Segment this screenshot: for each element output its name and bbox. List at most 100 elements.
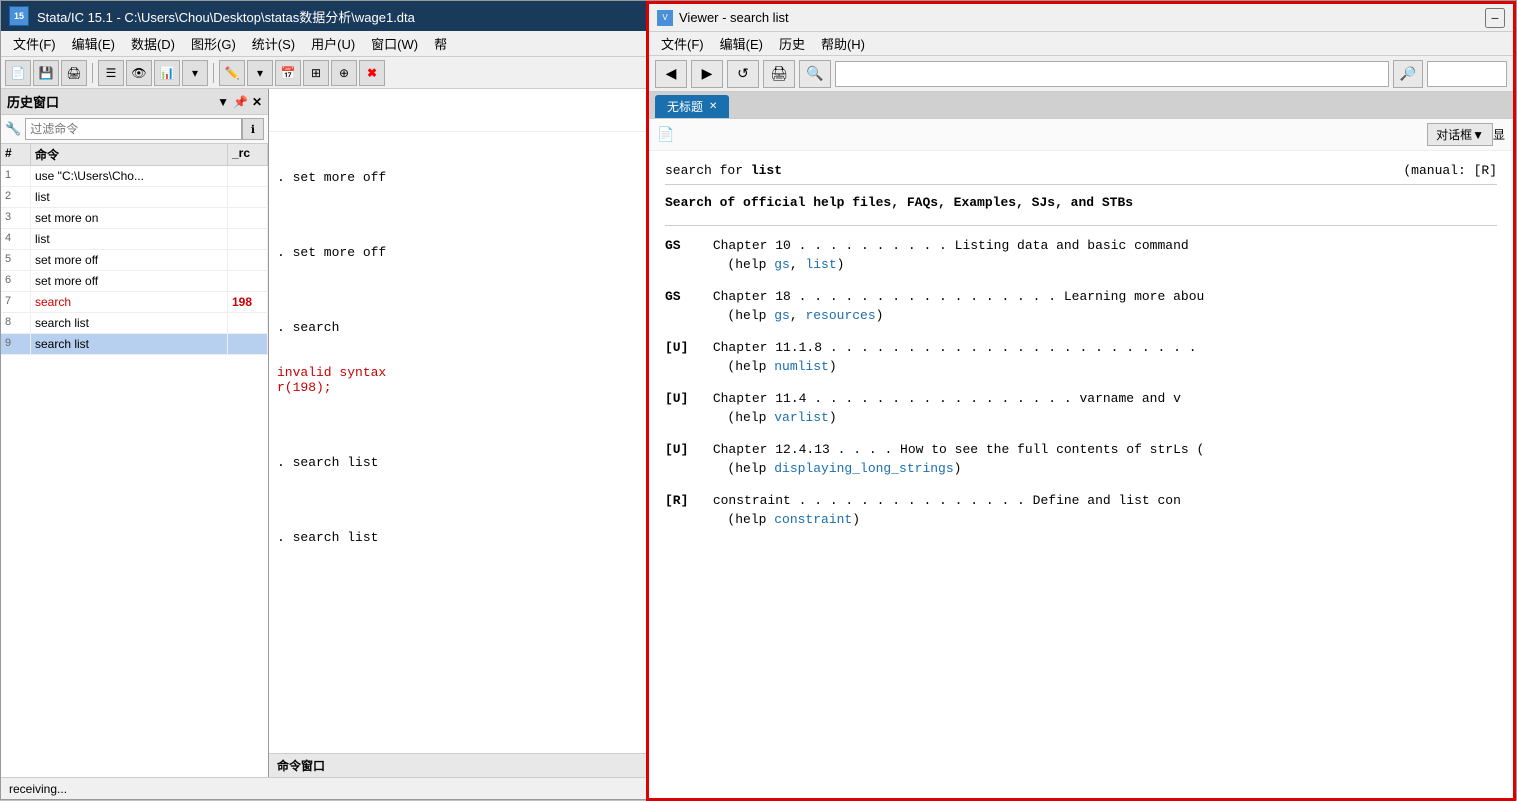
entry-gs-10: GS Chapter 10 . . . . . . . . . . Listin… — [665, 236, 1497, 275]
entry-chapter-2: Chapter 18 . . . . . . . . . . . . . . .… — [713, 289, 1204, 304]
history-row[interactable]: 8 search list — [1, 313, 268, 334]
table-button[interactable]: ⊞ — [303, 60, 329, 86]
entry-tag-3: [U] — [665, 338, 705, 358]
menu-edit[interactable]: 编辑(E) — [64, 32, 123, 55]
eye-button[interactable]: 👁 — [126, 60, 152, 86]
history-row[interactable]: 1 use "C:\Users\Cho... — [1, 166, 268, 187]
viewer-tab-bar: 无标题 ✕ — [649, 92, 1513, 119]
tab-close-icon[interactable]: ✕ — [709, 101, 717, 112]
history-row-selected[interactable]: 9 search list — [1, 334, 268, 355]
entry-gs-18: GS Chapter 18 . . . . . . . . . . . . . … — [665, 287, 1497, 326]
history-row[interactable]: 3 set more on — [1, 208, 268, 229]
row-num-2: 2 — [1, 187, 31, 207]
menu-graphics[interactable]: 图形(G) — [183, 32, 244, 55]
close-history-icon[interactable]: ✕ — [252, 95, 262, 109]
doc-icon: 📄 — [657, 126, 674, 143]
entry-chapter-1: Chapter 10 . . . . . . . . . . Listing d… — [713, 238, 1189, 253]
entry-u-12413: [U] Chapter 12.4.13 . . . . How to see t… — [665, 440, 1497, 479]
chart-button[interactable]: 📊 — [154, 60, 180, 86]
link-resources[interactable]: resources — [805, 308, 875, 323]
row-cmd-6: set more off — [31, 271, 228, 291]
filter-bar: 🔧 ℹ — [1, 115, 268, 144]
entry-chapter-5: Chapter 12.4.13 . . . . How to see the f… — [713, 442, 1204, 457]
new-button[interactable]: 📄 — [5, 60, 31, 86]
status-text: receiving... — [9, 782, 67, 796]
row-cmd-8: search list — [31, 313, 228, 333]
history-row[interactable]: 4 list — [1, 229, 268, 250]
link-displaying-long-strings[interactable]: displaying_long_strings — [774, 461, 953, 476]
history-row[interactable]: 6 set more off — [1, 271, 268, 292]
row-rc-4 — [228, 229, 268, 249]
calendar-button[interactable]: 📅 — [275, 60, 301, 86]
toolbar-separator-1 — [92, 63, 93, 83]
history-header: 历史窗口 ▼ 📌 ✕ — [1, 89, 268, 115]
row-num-6: 6 — [1, 271, 31, 291]
row-rc-7: 198 — [228, 292, 268, 312]
row-cmd-1: use "C:\Users\Cho... — [31, 166, 228, 186]
history-row[interactable]: 5 set more off — [1, 250, 268, 271]
history-row-error[interactable]: 7 search 198 — [1, 292, 268, 313]
entry-tag-4: [U] — [665, 389, 705, 409]
main-window: 15 Stata/IC 15.1 - C:\Users\Chou\Desktop… — [0, 0, 1517, 800]
search-term: list — [751, 163, 782, 178]
dialog-button[interactable]: 对话框▼ — [1427, 123, 1493, 146]
filter-input[interactable] — [25, 118, 242, 140]
row-rc-2 — [228, 187, 268, 207]
print-button[interactable]: 🖨 — [61, 60, 87, 86]
row-cmd-9: search list — [31, 334, 228, 354]
view-button[interactable]: ☰ — [98, 60, 124, 86]
row-cmd-3: set more on — [31, 208, 228, 228]
col-rc: _rc — [228, 144, 268, 165]
toolbar-separator-2 — [213, 63, 214, 83]
search-line: search for list (manual: [R] — [665, 163, 1497, 185]
link-varlist[interactable]: varlist — [774, 410, 829, 425]
row-cmd-4: list — [31, 229, 228, 249]
history-title: 历史窗口 — [7, 92, 59, 111]
viewer-tab-untitled[interactable]: 无标题 ✕ — [655, 95, 729, 118]
menu-file[interactable]: 文件(F) — [5, 32, 64, 55]
search-manual: (manual: [R] — [1403, 163, 1497, 178]
link-gs-1[interactable]: gs — [774, 257, 790, 272]
filter-search-icon: 🔧 — [5, 121, 21, 137]
row-num-9: 9 — [1, 334, 31, 354]
content-toolbar: 📄 对话框▼ 显 — [649, 119, 1513, 151]
app-icon: 15 — [9, 6, 29, 26]
entry-tag-5: [U] — [665, 440, 705, 460]
row-rc-3 — [228, 208, 268, 228]
row-num-7: 7 — [1, 292, 31, 312]
search-query: search for list — [665, 163, 782, 178]
row-cmd-2: list — [31, 187, 228, 207]
edit-button[interactable]: ✏️ — [219, 60, 245, 86]
entry-r-constraint: [R] constraint . . . . . . . . . . . . .… — [665, 491, 1497, 530]
link-list-1[interactable]: list — [805, 257, 836, 272]
stop-button[interactable]: ✖ — [359, 60, 385, 86]
entry-chapter-3: Chapter 11.1.8 . . . . . . . . . . . . .… — [713, 340, 1197, 355]
link-constraint[interactable]: constraint — [774, 512, 852, 527]
link-gs-2[interactable]: gs — [774, 308, 790, 323]
history-row[interactable]: 2 list — [1, 187, 268, 208]
row-num-5: 5 — [1, 250, 31, 270]
entry-tag-6: [R] — [665, 491, 705, 511]
entry-chapter-6: constraint . . . . . . . . . . . . . . .… — [713, 493, 1181, 508]
show-text: 显 — [1493, 126, 1505, 143]
pin-icon: 📌 — [233, 95, 248, 109]
row-rc-6 — [228, 271, 268, 291]
menu-statistics[interactable]: 统计(S) — [244, 32, 303, 55]
menu-user[interactable]: 用户(U) — [303, 32, 363, 55]
link-numlist[interactable]: numlist — [774, 359, 829, 374]
row-cmd-7: search — [31, 292, 228, 312]
chart2-button[interactable]: ▾ — [182, 60, 208, 86]
save-button[interactable]: 💾 — [33, 60, 59, 86]
row-num-4: 4 — [1, 229, 31, 249]
down-button[interactable]: ⊕ — [331, 60, 357, 86]
menu-help[interactable]: 帮 — [426, 32, 455, 55]
entry-tag-2: GS — [665, 287, 705, 307]
menu-window[interactable]: 窗口(W) — [363, 32, 426, 55]
row-rc-1 — [228, 166, 268, 186]
filter-icon: ▼ — [217, 95, 229, 109]
section-header: Search of official help files, FAQs, Exa… — [665, 193, 1497, 213]
filter-info-icon[interactable]: ℹ — [242, 118, 264, 140]
edit2-button[interactable]: ▾ — [247, 60, 273, 86]
col-num: # — [1, 144, 31, 165]
menu-data[interactable]: 数据(D) — [123, 32, 183, 55]
